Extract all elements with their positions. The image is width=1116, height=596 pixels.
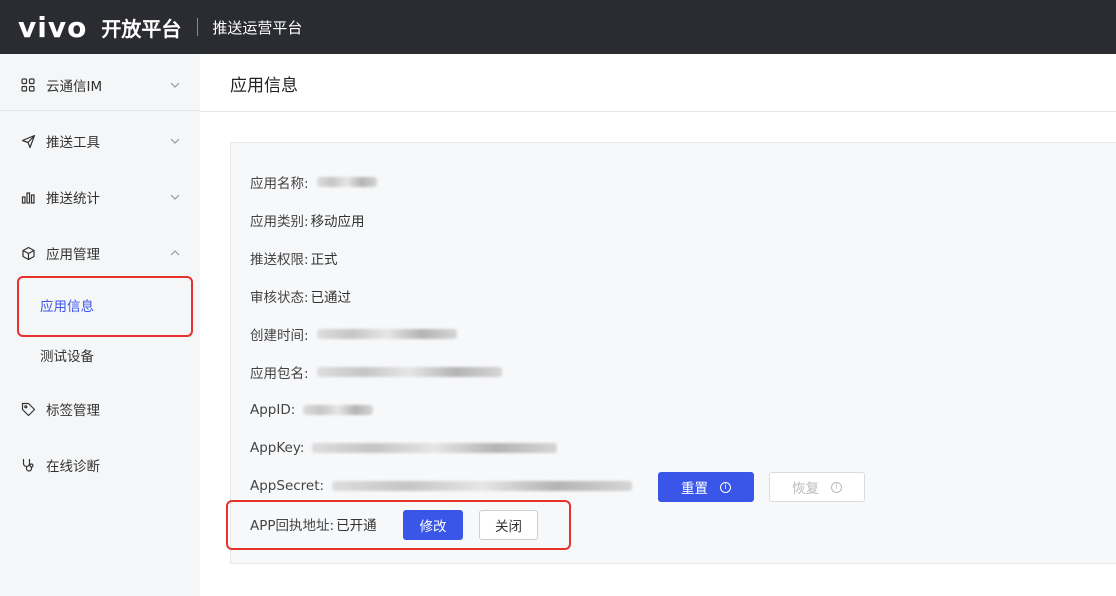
- field-value: 已开通: [336, 518, 377, 534]
- field-label: APP回执地址:: [250, 518, 335, 534]
- info-icon: i: [720, 481, 731, 493]
- field-app-key: AppKey:: [250, 438, 558, 458]
- field-label: AppKey:: [250, 440, 305, 456]
- vivo-logo[interactable]: vivo: [18, 11, 87, 44]
- redacted-value: [316, 367, 502, 377]
- sidebar-item-tag-management[interactable]: 标签管理: [0, 381, 200, 437]
- field-value: 正式: [310, 252, 338, 268]
- field-label: 推送权限:: [250, 252, 309, 268]
- brand-title: 开放平台: [101, 16, 182, 41]
- redacted-value: [332, 481, 633, 491]
- sidebar-divider: [0, 110, 200, 111]
- chevron-down-icon: [170, 138, 180, 144]
- sidebar-item-label: 推送统计: [46, 191, 100, 207]
- sidebar-item-online-diagnosis[interactable]: 在线诊断: [0, 437, 200, 493]
- reset-button-label: 重置: [681, 481, 708, 497]
- field-app-name: 应用名称:: [250, 172, 377, 192]
- chevron-down-icon: [170, 194, 180, 200]
- info-icon: i: [831, 481, 842, 493]
- field-app-id: AppID:: [250, 400, 374, 420]
- modify-button[interactable]: 修改: [403, 510, 463, 540]
- header-divider: [197, 18, 199, 36]
- redacted-value: [316, 329, 457, 339]
- sidebar-item-im[interactable]: 云通信IM: [0, 57, 200, 113]
- sidebar-item-push-stats[interactable]: 推送统计: [0, 169, 200, 225]
- sidebar-item-label: 在线诊断: [46, 459, 100, 475]
- restore-button[interactable]: 恢复 i: [769, 472, 865, 502]
- field-label: AppSecret:: [250, 478, 325, 494]
- sidebar-item-label: 标签管理: [46, 403, 100, 419]
- top-bar: vivo 开放平台 推送运营平台: [0, 0, 1116, 54]
- field-value: 已通过: [310, 290, 352, 306]
- title-divider: [200, 111, 1116, 112]
- restore-button-label: 恢复: [792, 481, 819, 497]
- sidebar-subitem-test-device[interactable]: 测试设备: [0, 330, 200, 380]
- chevron-down-icon: [170, 82, 180, 88]
- sidebar-item-push-tools[interactable]: 推送工具: [0, 113, 200, 169]
- cube-icon: [20, 245, 36, 261]
- chevron-up-icon: [170, 250, 180, 256]
- reset-button[interactable]: 重置 i: [658, 472, 754, 502]
- field-label: 审核状态:: [250, 290, 309, 306]
- field-created-time: 创建时间:: [250, 324, 457, 344]
- sidebar-item-app-management[interactable]: 应用管理: [0, 225, 200, 281]
- field-receipt-url: APP回执地址: 已开通: [250, 514, 377, 534]
- field-label: 应用类别:: [250, 214, 309, 230]
- field-package-name: 应用包名:: [250, 362, 502, 382]
- sidebar-item-label: 应用管理: [46, 247, 100, 263]
- field-push-permission: 推送权限: 正式: [250, 248, 338, 268]
- tag-icon: [20, 401, 36, 417]
- field-review-status: 审核状态: 已通过: [250, 286, 351, 306]
- send-icon: [20, 133, 36, 149]
- bar-chart-icon: [20, 189, 36, 205]
- stethoscope-icon: [20, 457, 36, 473]
- redacted-value: [312, 443, 558, 453]
- sidebar-item-label: 推送工具: [46, 135, 100, 151]
- field-label: 创建时间:: [250, 328, 309, 344]
- page-title: 应用信息: [230, 76, 298, 96]
- sidebar-subitem-app-info[interactable]: 应用信息: [0, 280, 200, 330]
- field-label: AppID:: [250, 402, 296, 418]
- grid-icon: [20, 77, 36, 93]
- field-value: 移动应用: [310, 214, 365, 230]
- field-label: 应用包名:: [250, 366, 309, 382]
- field-app-category: 应用类别: 移动应用: [250, 210, 365, 230]
- platform-subtitle: 推送运营平台: [212, 18, 303, 37]
- field-app-secret: AppSecret:: [250, 476, 633, 496]
- redacted-value: [303, 405, 374, 415]
- field-label: 应用名称:: [250, 176, 309, 192]
- sidebar-item-label: 云通信IM: [46, 79, 103, 95]
- close-button[interactable]: 关闭: [479, 510, 538, 540]
- redacted-value: [316, 177, 377, 187]
